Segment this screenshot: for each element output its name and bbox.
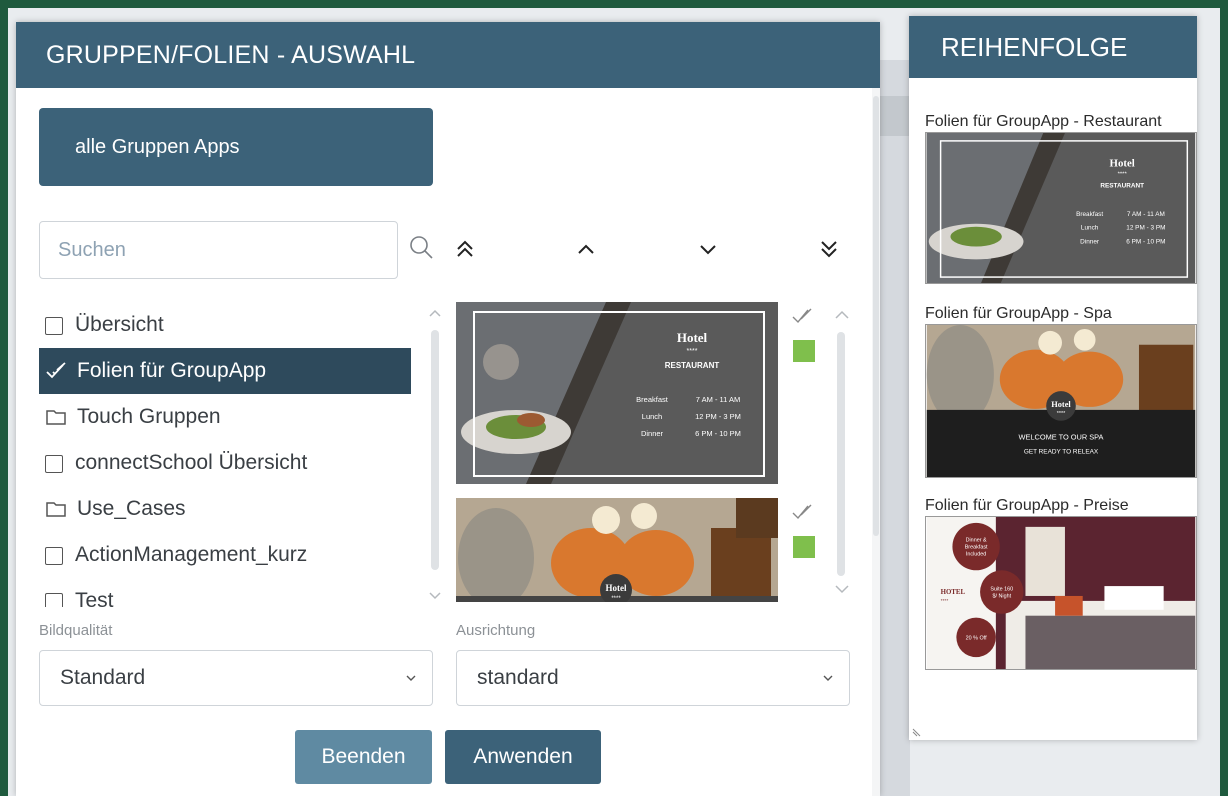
group-item-uebersicht[interactable]: Übersicht [39,302,411,348]
slide-status-indicator [793,340,815,362]
order-thumb-brand: Hotel [1051,400,1071,409]
slide-meal-breakfast: Breakfast [636,395,669,404]
folder-icon [46,502,66,517]
group-item-use-cases[interactable]: Use_Cases [39,486,411,532]
dialog-scrollbar-thumb[interactable] [873,96,879,536]
order-thumb-stars: **** [1057,411,1066,417]
background-strip-block [880,96,910,136]
slide-list-scrollbar[interactable] [832,302,852,602]
order-thumb-brand: HOTEL [941,589,966,596]
group-item-label: Übersicht [75,313,164,336]
group-item-touch-gruppen[interactable]: Touch Gruppen [39,394,411,440]
slide-brand: Hotel [606,583,627,593]
order-item-title: Folien für GroupApp - Preise [925,497,1129,514]
slide-time-dinner: 6 PM - 10 PM [695,429,741,438]
group-item-label: ActionManagement_kurz [75,543,308,566]
slide-subtitle: RESTAURANT [665,361,720,370]
slide-status-check-icon [792,308,812,324]
slide-brand: Hotel [677,330,708,345]
group-item-label: connectSchool Übersicht [75,451,308,474]
order-thumb-meal-dinner: Dinner [1080,239,1100,246]
order-item-spa[interactable]: Folien für GroupApp - Spa Hotel **** WEL… [925,304,1197,478]
chevron-down-icon [823,675,833,681]
order-thumb-badge3: 20 % Off [966,635,987,641]
double-check-icon [46,362,66,379]
quality-select[interactable]: Standard [39,650,433,706]
slide-preview-spa[interactable]: Hotel **** [456,498,778,602]
slide-stars: **** [611,596,621,602]
order-thumb-time-lunch: 12 PM - 3 PM [1126,225,1165,232]
resize-handle-icon[interactable] [912,727,922,737]
order-thumb-time-dinner: 6 PM - 10 PM [1126,239,1165,246]
order-thumb-stars: **** [1118,171,1128,177]
order-thumb-line2: GET READY TO RELEAX [1024,448,1099,455]
all-groups-button[interactable]: alle Gruppen Apps [39,108,433,186]
order-thumb-line1: WELCOME TO OUR SPA [1018,432,1103,441]
order-thumb-meal-breakfast: Breakfast [1076,211,1103,218]
checkbox-icon[interactable] [45,593,63,607]
move-to-bottom-icon[interactable] [816,236,842,262]
group-list-scrollbar[interactable] [425,302,445,607]
order-thumb-brand: Hotel [1110,158,1135,170]
orientation-select[interactable]: standard [456,650,850,706]
group-item-label: Use_Cases [77,497,186,520]
order-thumb-subtitle: RESTAURANT [1100,182,1144,189]
checkbox-icon[interactable] [45,317,63,335]
order-item-preise[interactable]: Folien für GroupApp - Preise HOTEL **** … [925,496,1197,670]
chevron-down-icon [406,675,416,681]
checkbox-icon[interactable] [45,547,63,565]
orientation-label: Ausrichtung [456,622,536,639]
slide-preview-list: Hotel **** RESTAURANT Breakfast 7 AM - 1… [456,302,778,602]
order-thumb-meal-lunch: Lunch [1081,225,1099,232]
move-down-icon[interactable] [695,236,721,262]
order-item-title: Folien für GroupApp - Restaurant [925,113,1162,130]
order-thumb-restaurant: Hotel **** RESTAURANT Breakfast 7 AM - 1… [925,132,1197,284]
checkbox-icon[interactable] [45,455,63,473]
move-up-icon[interactable] [573,236,599,262]
order-thumb-spa: Hotel **** WELCOME TO OUR SPA GET READY … [925,324,1197,478]
search-icon[interactable] [408,234,434,260]
group-item-connectschool[interactable]: connectSchool Übersicht [39,440,411,486]
search-input[interactable] [39,221,398,279]
group-item-test[interactable]: Test [39,578,411,607]
order-thumb-badge1: Dinner & Breakfast Included [965,538,988,558]
close-button[interactable]: Beenden [295,730,432,784]
order-thumb-time-breakfast: 7 AM - 11 AM [1127,211,1165,218]
move-to-top-icon[interactable] [452,236,478,262]
group-slide-selection-dialog: GRUPPEN/FOLIEN - AUSWAHL alle Gruppen Ap… [16,22,880,796]
slide-stars: **** [687,348,698,355]
slide-meal-dinner: Dinner [641,429,664,438]
slide-time-lunch: 12 PM - 3 PM [695,412,741,421]
order-panel: REIHENFOLGE Folien für GroupApp - Restau… [909,16,1197,740]
order-panel-title: REIHENFOLGE [909,16,1197,78]
orientation-select-value: standard [477,666,559,689]
group-item-folien-groupapp[interactable]: Folien für GroupApp [39,348,411,394]
group-list: Übersicht Folien für GroupApp Touch Grup… [39,302,411,607]
dialog-title: GRUPPEN/FOLIEN - AUSWAHL [16,22,880,88]
order-item-title: Folien für GroupApp - Spa [925,305,1112,322]
quality-label: Bildqualität [39,622,113,639]
group-item-actionmanagement[interactable]: ActionManagement_kurz [39,532,411,578]
group-item-label: Folien für GroupApp [77,359,267,382]
order-thumb-badge2: Suite 160 $/ Night [990,587,1013,600]
slide-meal-lunch: Lunch [642,412,662,421]
order-thumb-stars: **** [941,598,949,604]
order-item-restaurant[interactable]: Folien für GroupApp - Restaurant Hotel *… [925,112,1197,284]
slide-preview-restaurant[interactable]: Hotel **** RESTAURANT Breakfast 7 AM - 1… [456,302,778,484]
quality-select-value: Standard [60,666,146,689]
group-item-label: Test [75,589,114,607]
folder-icon [46,410,66,425]
background-strip [880,60,910,796]
slide-status-check-icon [792,504,812,520]
order-thumb-preise: HOTEL **** Dinner & Breakfast Included Suit… [925,516,1197,670]
apply-button[interactable]: Anwenden [445,730,601,784]
group-item-label: Touch Gruppen [77,405,221,428]
slide-time-breakfast: 7 AM - 11 AM [696,395,740,404]
slide-status-indicator [793,536,815,558]
